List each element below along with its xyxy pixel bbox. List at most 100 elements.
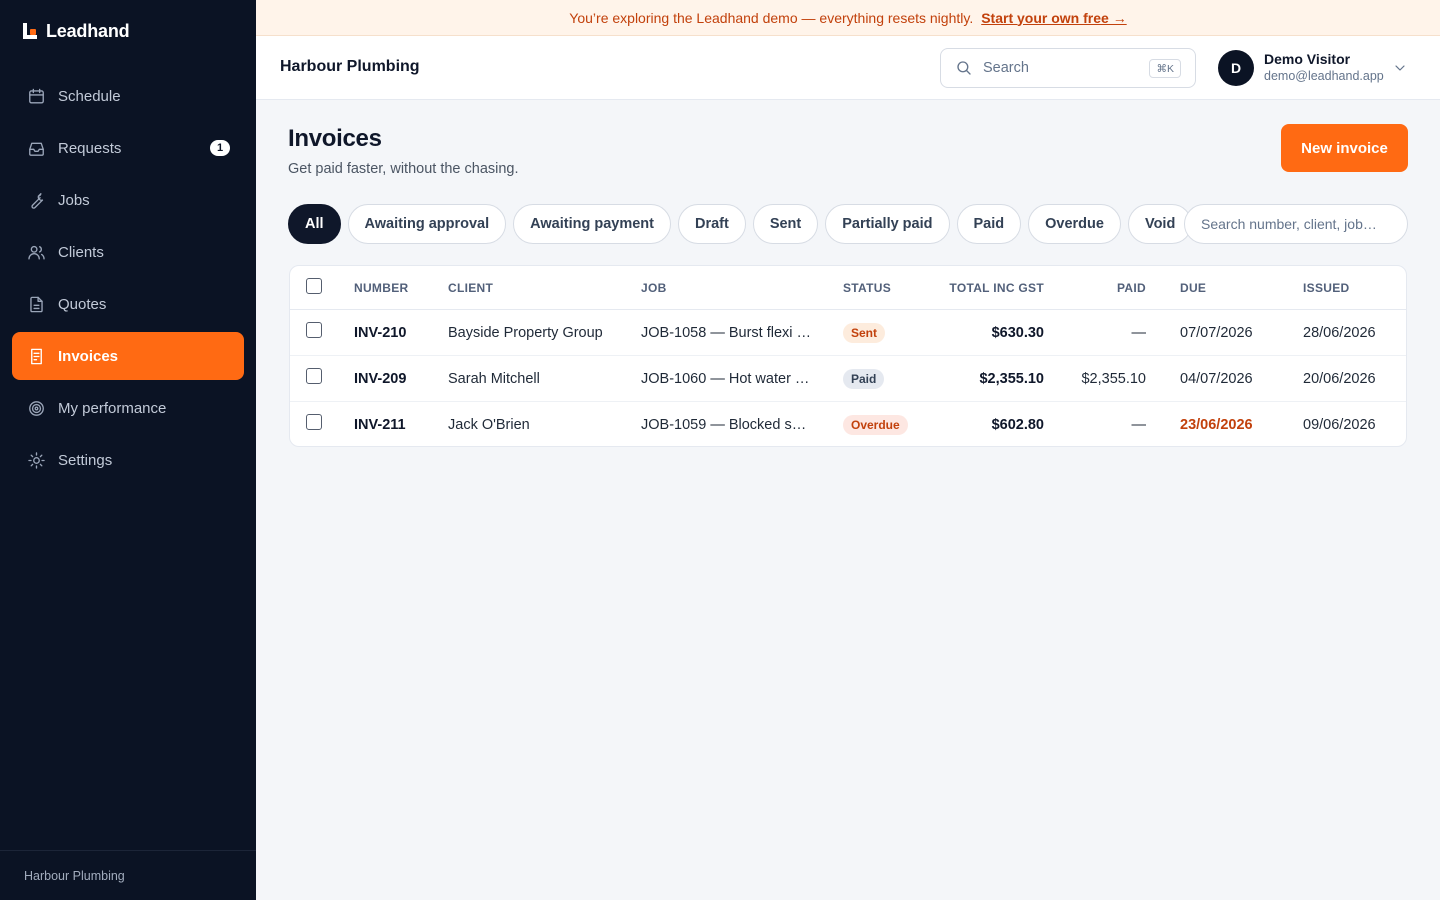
- column-header-client[interactable]: CLIENT: [448, 281, 493, 295]
- sidebar-item-schedule[interactable]: Schedule: [12, 72, 244, 120]
- filter-chip-partially-paid[interactable]: Partially paid: [825, 204, 950, 244]
- sidebar-footer-org[interactable]: Harbour Plumbing: [0, 850, 256, 900]
- sidebar-item-clients[interactable]: Clients: [12, 228, 244, 276]
- filter-chip-overdue[interactable]: Overdue: [1028, 204, 1121, 244]
- sidebar-item-quotes[interactable]: Quotes: [12, 280, 244, 328]
- select-all-checkbox[interactable]: [306, 278, 322, 294]
- column-header-total[interactable]: TOTAL INC GST: [949, 281, 1044, 295]
- sidebar-item-jobs[interactable]: Jobs: [12, 176, 244, 224]
- invoice-paid: $2,355.10: [1081, 371, 1146, 387]
- table-header: NUMBER CLIENT JOB STATUS TOTAL INC GST P…: [290, 266, 1406, 310]
- status-badge: Sent: [843, 323, 886, 343]
- invoice-issued-date: 09/06/2026: [1303, 417, 1376, 433]
- leadhand-logo-icon: [22, 22, 38, 40]
- column-header-status[interactable]: STATUS: [843, 281, 891, 295]
- invoice-total: $602.80: [991, 417, 1044, 433]
- invoice-client: Bayside Property Group: [448, 325, 603, 341]
- user-menu[interactable]: D Demo Visitor demo@leadhand.app: [1218, 50, 1405, 86]
- sidebar: Leadhand Schedule Requests 1 Jobs Client…: [0, 0, 256, 900]
- invoice-number[interactable]: INV-209: [354, 371, 406, 387]
- row-checkbox[interactable]: [306, 414, 322, 430]
- filter-chip-awaiting-payment[interactable]: Awaiting payment: [513, 204, 671, 244]
- invoice-due-date: 04/07/2026: [1180, 371, 1253, 387]
- invoice-total: $630.30: [991, 325, 1044, 341]
- document-icon: [26, 294, 46, 314]
- demo-banner-text: You’re exploring the Leadhand demo — eve…: [569, 9, 974, 26]
- column-header-issued[interactable]: ISSUED: [1303, 281, 1349, 295]
- page-subtitle: Get paid faster, without the chasing.: [288, 161, 519, 177]
- sidebar-item-label: Requests: [58, 139, 122, 157]
- search-icon: [957, 61, 971, 75]
- receipt-icon: [26, 346, 46, 366]
- status-filter-chips: All Awaiting approval Awaiting payment D…: [288, 204, 1193, 244]
- search-shortcut-hint: ⌘K: [1149, 59, 1181, 78]
- start-free-link[interactable]: Start your own free →: [981, 10, 1126, 26]
- sun-icon: [26, 450, 46, 470]
- sidebar-item-requests[interactable]: Requests 1: [12, 124, 244, 172]
- search-placeholder: Search: [983, 60, 1029, 76]
- invoice-number[interactable]: INV-211: [354, 417, 406, 433]
- sidebar-item-label: Clients: [58, 243, 104, 261]
- invoice-issued-date: 20/06/2026: [1303, 371, 1376, 387]
- invoice-due-date: 23/06/2026: [1180, 417, 1253, 433]
- organization-name: Harbour Plumbing: [280, 58, 420, 75]
- target-icon: [26, 398, 46, 418]
- demo-banner: You’re exploring the Leadhand demo — eve…: [256, 0, 1440, 36]
- new-invoice-button[interactable]: New invoice: [1281, 124, 1408, 172]
- column-header-number[interactable]: NUMBER: [354, 281, 408, 295]
- filter-chip-sent[interactable]: Sent: [752, 204, 819, 244]
- invoice-paid: —: [1131, 325, 1147, 341]
- sidebar-item-label: My performance: [58, 399, 167, 417]
- sidebar-item-label: Invoices: [58, 347, 119, 365]
- sidebar-item-my-performance[interactable]: My performance: [12, 384, 244, 432]
- invoice-client: Jack O'Brien: [448, 417, 530, 433]
- row-checkbox[interactable]: [306, 368, 322, 384]
- brand-name: Leadhand: [46, 20, 130, 41]
- user-email: demo@leadhand.app: [1264, 69, 1384, 83]
- user-name: Demo Visitor: [1264, 51, 1351, 67]
- invoice-job: JOB-1059 — Blocked se…: [641, 417, 813, 433]
- chevron-down-icon[interactable]: [1392, 60, 1408, 76]
- status-badge: Paid: [843, 369, 885, 389]
- sidebar-item-invoices[interactable]: Invoices: [12, 332, 244, 380]
- filter-chip-paid[interactable]: Paid: [956, 204, 1022, 244]
- global-search-input[interactable]: Search ⌘K: [940, 48, 1196, 88]
- sidebar-item-settings[interactable]: Settings: [12, 436, 244, 484]
- sidebar-nav: Schedule Requests 1 Jobs Clients Quotes …: [12, 72, 244, 488]
- sidebar-item-label: Jobs: [58, 191, 90, 209]
- invoice-total: $2,355.10: [979, 371, 1044, 387]
- table-row[interactable]: INV-211 Jack O'Brien JOB-1059 — Blocked …: [290, 402, 1406, 446]
- column-header-paid[interactable]: PAID: [1117, 281, 1146, 295]
- sidebar-item-label: Schedule: [58, 87, 121, 105]
- filter-chip-all[interactable]: All: [288, 204, 341, 244]
- invoice-search-input[interactable]: [1184, 204, 1408, 244]
- invoice-job: JOB-1058 — Burst flexi h…: [641, 325, 813, 341]
- top-header: Harbour Plumbing Search ⌘K D Demo Visito…: [256, 36, 1440, 100]
- invoice-paid: —: [1131, 417, 1147, 433]
- inbox-icon: [26, 138, 46, 158]
- invoice-client: Sarah Mitchell: [448, 371, 540, 387]
- requests-count-badge: 1: [210, 140, 230, 156]
- brand-logo[interactable]: Leadhand: [22, 20, 130, 42]
- row-checkbox[interactable]: [306, 322, 322, 338]
- filter-chip-awaiting-approval[interactable]: Awaiting approval: [347, 204, 507, 244]
- table-row[interactable]: INV-210 Bayside Property Group JOB-1058 …: [290, 310, 1406, 356]
- invoice-job: JOB-1060 — Hot water s…: [641, 371, 813, 387]
- calendar-icon: [26, 86, 46, 106]
- sidebar-item-label: Quotes: [58, 295, 107, 313]
- wrench-icon: [26, 190, 46, 210]
- filter-chip-void[interactable]: Void: [1127, 204, 1193, 244]
- invoice-number[interactable]: INV-210: [354, 325, 406, 341]
- page-title: Invoices: [288, 125, 382, 152]
- invoices-table: NUMBER CLIENT JOB STATUS TOTAL INC GST P…: [289, 265, 1407, 447]
- invoice-issued-date: 28/06/2026: [1303, 325, 1376, 341]
- status-badge: Overdue: [843, 415, 908, 435]
- filter-chip-draft[interactable]: Draft: [677, 204, 746, 244]
- column-header-due[interactable]: DUE: [1180, 281, 1206, 295]
- sidebar-item-label: Settings: [58, 451, 113, 469]
- invoice-due-date: 07/07/2026: [1180, 325, 1253, 341]
- users-icon: [26, 242, 46, 262]
- column-header-job[interactable]: JOB: [641, 281, 667, 295]
- table-row[interactable]: INV-209 Sarah Mitchell JOB-1060 — Hot wa…: [290, 356, 1406, 402]
- avatar: D: [1218, 50, 1254, 86]
